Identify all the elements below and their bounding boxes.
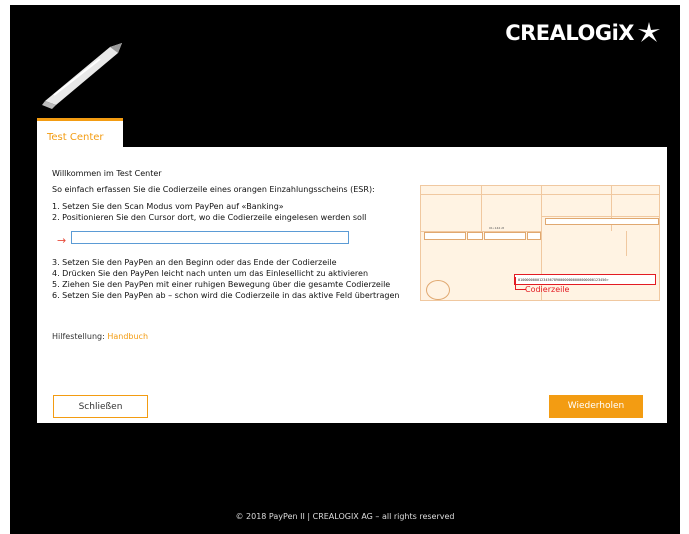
arrow-right-icon: →	[57, 234, 67, 247]
footer-text: © 2018 PayPen II | CREALOGIX AG – all ri…	[235, 512, 455, 521]
close-button[interactable]: Schließen	[53, 395, 148, 418]
star-icon	[638, 22, 660, 42]
test-center-panel: Willkommen im Test Center So einfach erf…	[37, 147, 667, 423]
step-5: 5. Ziehen Sie den PayPen mit einer ruhig…	[52, 280, 391, 289]
codierzeile-label: Codierzeile	[525, 285, 570, 294]
slip-amount: 01•142•8	[489, 226, 504, 230]
welcome-text: Willkommen im Test Center	[52, 169, 162, 178]
step-4: 4. Drücken Sie den PayPen leicht nach un…	[52, 269, 369, 278]
crealogix-logo: CREALOGiX	[505, 21, 660, 45]
slip-code-line: 0100000000123456789000000000000000001234…	[514, 274, 656, 285]
step-2: 2. Positionieren Sie den Cursor dort, wo…	[52, 213, 367, 222]
scan-input[interactable]	[71, 231, 349, 244]
step-6: 6. Setzen Sie den PayPen ab – schon wird…	[52, 291, 400, 300]
step-3: 3. Setzen Sie den PayPen an den Beginn o…	[52, 258, 337, 267]
manual-link[interactable]: Handbuch	[107, 332, 148, 341]
app-window: CREALOGiX Test Center Willkommen im Test…	[10, 5, 680, 534]
esr-slip-image: 01•142•8 0100000000123456789000000000000…	[420, 185, 660, 301]
step-1: 1. Setzen Sie den Scan Modus vom PayPen …	[52, 202, 284, 211]
intro-text: So einfach erfassen Sie die Codierzeile …	[52, 185, 375, 194]
paypen-logo	[42, 43, 122, 109]
help-label: Hilfestellung:	[52, 332, 105, 341]
brand-name: CREALOGiX	[505, 21, 634, 45]
help-section: Hilfestellung: Handbuch	[52, 332, 148, 341]
repeat-button[interactable]: Wiederholen	[549, 395, 643, 418]
